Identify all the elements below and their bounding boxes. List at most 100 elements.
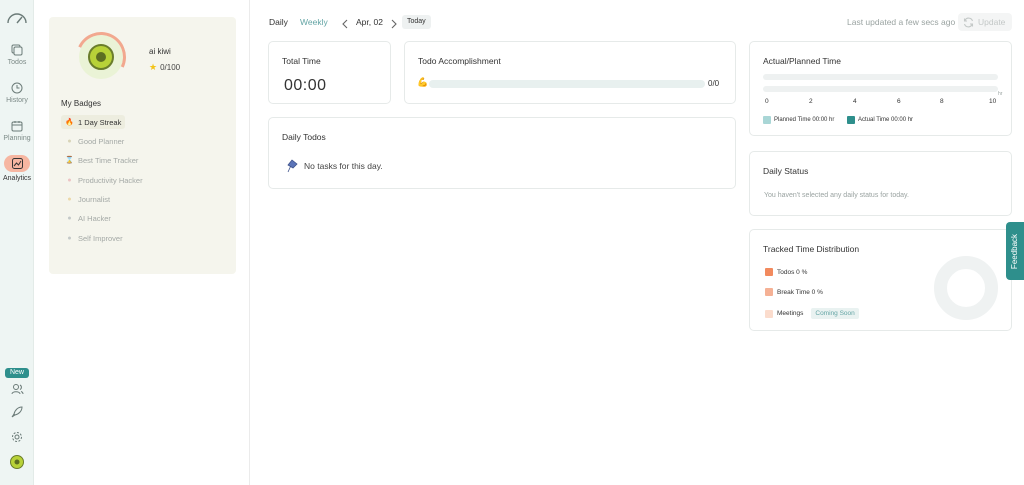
update-label: Update [978, 17, 1006, 27]
badge-label: Journalist [78, 194, 111, 204]
update-button[interactable]: Update [958, 13, 1012, 31]
todos-icon [11, 44, 23, 56]
distribution-label: Break Time 0 % [777, 288, 823, 296]
new-badge: New [5, 368, 29, 378]
coming-soon-tag: Coming Soon [811, 308, 859, 319]
distribution-item-meetings: Meetings Coming Soon [765, 308, 859, 319]
todo-progress-bar [429, 80, 705, 88]
badge-1-day-streak[interactable]: 🔥 1 Day Streak [61, 115, 126, 129]
daily-todos-title: Daily Todos [282, 132, 326, 142]
kiwi-icon [88, 44, 114, 70]
nav-rail: Todos History Planning Analytics New [0, 0, 34, 485]
tick-label: 2 [809, 98, 813, 105]
tick-label: 4 [853, 98, 857, 105]
planned-time-bar [763, 74, 998, 80]
launch-button[interactable] [0, 406, 34, 418]
hourglass-icon: ⌛ [65, 157, 74, 164]
laptop-icon: ● [67, 214, 72, 222]
kiwi-avatar-icon [10, 455, 24, 469]
team-button[interactable] [0, 383, 34, 395]
user-name: ai kiwi [149, 47, 171, 56]
brain-icon: ● [67, 176, 72, 184]
badge-label: Self Improver [78, 233, 123, 243]
legend-swatch [763, 116, 771, 124]
analytics-icon [11, 158, 23, 169]
daily-status-title: Daily Status [763, 166, 809, 176]
gear-icon [12, 432, 22, 442]
nav-planning-label: Planning [3, 135, 31, 142]
history-icon [11, 82, 23, 94]
today-button[interactable]: Today [402, 15, 431, 29]
settings-button[interactable] [0, 431, 34, 443]
legend-swatch [847, 116, 855, 124]
chart-badge-icon: ● [67, 234, 72, 242]
total-time-value: 00:00 [284, 77, 327, 94]
tick-label: 8 [940, 98, 944, 105]
badge-journalist[interactable]: ● Journalist [61, 192, 114, 206]
planned-time-card: Actual/Planned Time 0 2 4 6 8 10 hr Plan… [749, 41, 1012, 136]
tab-weekly[interactable]: Weekly [300, 17, 328, 27]
nav-history-label: History [6, 97, 28, 104]
refresh-icon [963, 17, 974, 27]
nav-analytics[interactable]: Analytics [0, 155, 34, 182]
legend-planned-label: Planned Time 00:00 hr [774, 117, 835, 123]
legend-swatch [765, 288, 773, 296]
unit-label: hr [998, 91, 1003, 97]
notebook-icon: ● [67, 195, 72, 203]
badge-label: Good Planner [78, 136, 125, 146]
legend-swatch [765, 268, 773, 276]
todo-count: 0/0 [708, 79, 720, 88]
daily-status-message: You haven't selected any daily status fo… [764, 192, 909, 199]
planner-badge-icon: ● [67, 137, 72, 145]
feedback-button[interactable]: Feedback [1006, 222, 1024, 280]
nav-history[interactable]: History [0, 82, 34, 104]
badge-best-time-tracker[interactable]: ⌛ Best Time Tracker [61, 153, 142, 167]
distribution-label: Meetings [777, 310, 804, 317]
nav-todos[interactable]: Todos [0, 44, 34, 66]
total-time-title: Total Time [282, 56, 321, 66]
legend-actual-label: Actual Time 00:00 hr [858, 117, 914, 123]
todo-accomplishment-card: Todo Accomplishment 💪 0/0 [404, 41, 736, 104]
prev-day-button[interactable] [342, 16, 348, 34]
badge-ai-hacker[interactable]: ● AI Hacker [61, 211, 115, 225]
rocket-icon [11, 406, 23, 418]
logo-gauge-icon[interactable] [0, 12, 34, 24]
legend-actual: Actual Time 00:00 hr [847, 116, 913, 124]
tab-daily[interactable]: Daily [269, 17, 288, 27]
tick-label: 0 [765, 98, 769, 105]
star-icon: ★ [149, 62, 158, 72]
distribution-donut [934, 256, 998, 320]
nav-todos-label: Todos [7, 59, 27, 66]
badge-productivity-hacker[interactable]: ● Productivity Hacker [61, 173, 147, 187]
profile-panel: ai kiwi ★ 0/100 My Badges 🔥 1 Day Streak… [49, 17, 236, 274]
actual-time-bar [763, 86, 998, 92]
legend-planned: Planned Time 00:00 hr [763, 116, 834, 124]
tick-label: 6 [897, 98, 901, 105]
user-avatar-button[interactable] [0, 455, 34, 469]
planning-icon [11, 121, 23, 132]
current-date: Apr, 02 [356, 17, 383, 27]
badge-self-improver[interactable]: ● Self Improver [61, 231, 127, 245]
badge-label: Productivity Hacker [78, 175, 143, 185]
fire-icon: 🔥 [65, 119, 74, 126]
tick-label: 10 [989, 98, 997, 105]
chevron-left-icon [342, 19, 348, 29]
distribution-label: Todos 0 % [777, 268, 808, 276]
daily-todos-card: Daily Todos No tasks for this day. [268, 117, 736, 189]
badge-label: 1 Day Streak [78, 117, 122, 127]
total-time-card: Total Time 00:00 [268, 41, 391, 104]
next-day-button[interactable] [391, 16, 397, 34]
badges-title: My Badges [61, 99, 102, 108]
user-points: ★ 0/100 [149, 62, 180, 73]
nav-planning[interactable]: Planning [0, 120, 34, 142]
kite-icon [287, 159, 298, 173]
chevron-right-icon [391, 19, 397, 29]
panel-divider [249, 0, 250, 485]
feedback-label: Feedback [1010, 233, 1020, 269]
planned-time-title: Actual/Planned Time [763, 56, 841, 66]
users-icon [11, 384, 23, 395]
distribution-title: Tracked Time Distribution [763, 244, 860, 254]
last-updated-text: Last updated a few secs ago [847, 17, 956, 27]
nav-analytics-label: Analytics [2, 175, 31, 182]
badge-good-planner[interactable]: ● Good Planner [61, 134, 128, 148]
